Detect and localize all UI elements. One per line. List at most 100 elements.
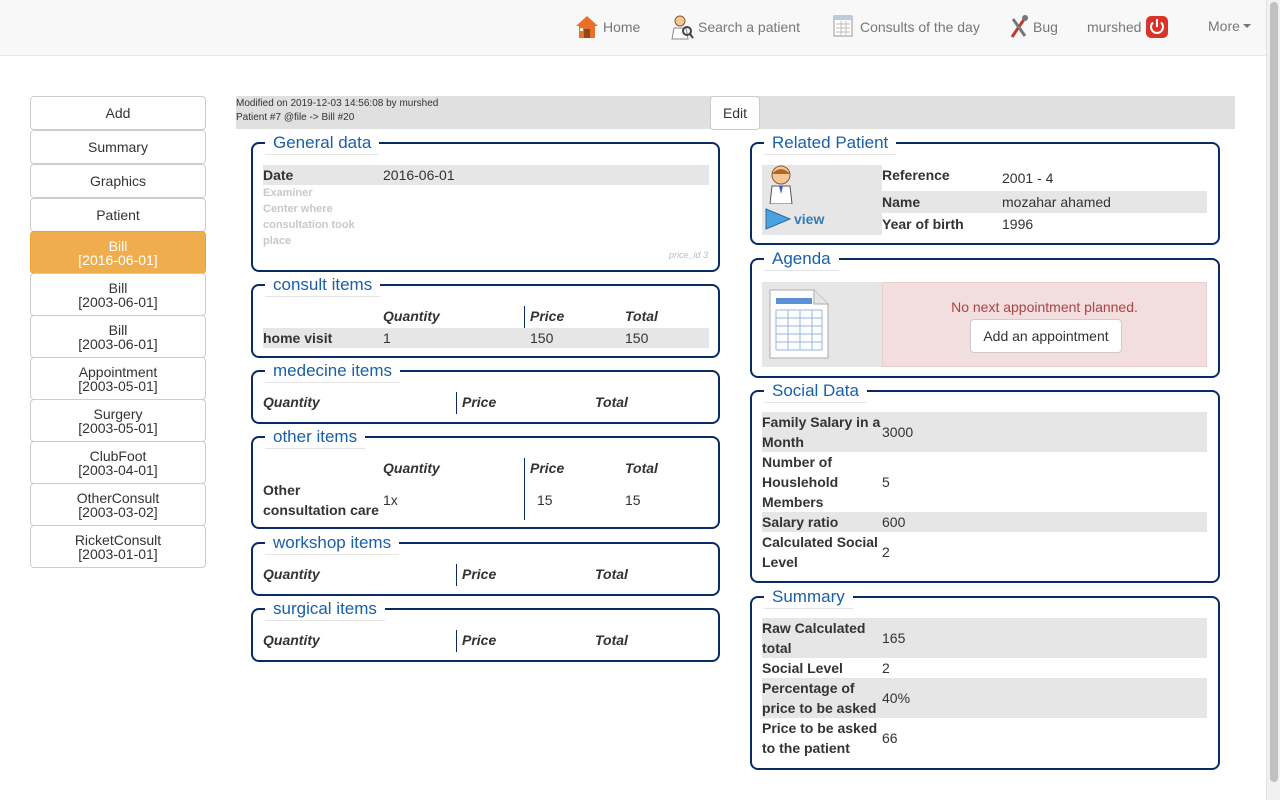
col-price: Price	[462, 394, 497, 410]
sidebar-item-bill-5[interactable]: Bill [2003-06-01]	[30, 273, 206, 316]
examiner-label: Examiner	[263, 187, 313, 199]
nav-home[interactable]: Home	[575, 12, 640, 42]
year-of-birth-label: Year of birth	[882, 216, 964, 232]
doctor-search-icon	[670, 14, 694, 40]
col-total: Total	[625, 308, 658, 324]
col-total: Total	[595, 394, 628, 410]
col-total: Total	[595, 632, 628, 648]
sidebar-item-clubfoot-9[interactable]: ClubFoot [2003-04-01]	[30, 441, 206, 484]
agenda-title: Agenda	[764, 248, 839, 271]
name-label: Name	[882, 194, 921, 210]
salary-ratio-label: Salary ratio	[762, 514, 839, 530]
vertical-scrollbar[interactable]	[1266, 0, 1280, 800]
sidebar-item-date: [2003-03-02]	[78, 503, 158, 520]
item-name: Other consultation care	[263, 482, 379, 518]
surgical-items-panel: surgical items Quantity Price Total	[251, 598, 720, 662]
sidebar-item-label: Bill	[108, 321, 128, 338]
nav-consults-of-day[interactable]: Consults of the day	[832, 12, 980, 42]
sidebar-item-date: [2003-06-01]	[78, 335, 158, 352]
center-label: Center where consultation took place	[263, 203, 355, 247]
col-quantity: Quantity	[383, 308, 440, 324]
item-price: 15	[537, 492, 553, 508]
price-to-ask-value: 66	[882, 730, 898, 746]
sidebar-item-surgery-8[interactable]: Surgery [2003-05-01]	[30, 399, 206, 442]
sidebar-item-date: [2016-06-01]	[78, 251, 158, 268]
power-icon[interactable]	[1145, 15, 1169, 39]
surgical-items-title: surgical items	[265, 598, 385, 621]
item-total: 150	[625, 330, 649, 346]
sidebar-item-date: [2003-01-01]	[78, 545, 158, 562]
tools-icon	[1009, 14, 1029, 40]
percentage-label: Percentage of price to be asked	[762, 680, 877, 716]
col-quantity: Quantity	[263, 566, 320, 582]
sidebar-item-ricketconsult-11[interactable]: RicketConsult [2003-01-01]	[30, 525, 206, 568]
sidebar-item-bill-4[interactable]: Bill [2016-06-01]	[30, 231, 206, 274]
scrollbar-thumb[interactable]	[1270, 2, 1278, 782]
social-data-panel: Social Data Family Salary in a Month 300…	[750, 380, 1220, 583]
medecine-items-title: medecine items	[265, 360, 401, 383]
patient-reference: Patient #7 @file -> Bill #20	[236, 112, 355, 123]
sidebar-item-appointment-7[interactable]: Appointment [2003-05-01]	[30, 357, 206, 400]
no-appointment-message: No next appointment planned.	[951, 299, 1138, 315]
sidebar-item-date: [2003-04-01]	[78, 461, 158, 478]
percentage-value: 40%	[882, 690, 911, 706]
sidebar-item-label: ClubFoot	[89, 447, 147, 464]
item-total: 15	[625, 492, 641, 508]
sidebar-item-bill-6[interactable]: Bill [2003-06-01]	[30, 315, 206, 358]
name-value: mozahar ahamed	[1002, 194, 1111, 210]
other-items-title: other items	[265, 426, 366, 449]
nav-more-dropdown[interactable]: More	[1208, 11, 1251, 41]
col-total: Total	[625, 460, 658, 476]
nav-user[interactable]: murshed	[1087, 12, 1169, 42]
consult-items-title: consult items	[265, 274, 381, 297]
date-value: 2016-06-01	[383, 167, 455, 183]
item-quantity: 1x	[383, 492, 398, 508]
view-patient-link[interactable]: view	[794, 211, 824, 227]
other-items-panel: other items Quantity Price Total Other c…	[251, 426, 720, 529]
agenda-panel: Agenda No next appointment planned. Add …	[750, 248, 1220, 378]
related-patient-title: Related Patient	[764, 132, 897, 155]
play-arrow-icon[interactable]	[764, 206, 792, 232]
col-price: Price	[462, 632, 497, 648]
col-quantity: Quantity	[383, 460, 440, 476]
price-to-ask-label: Price to be asked to the patient	[762, 720, 878, 756]
col-quantity: Quantity	[263, 632, 320, 648]
col-price: Price	[462, 566, 497, 582]
agenda-calendar-icon	[766, 286, 830, 360]
social-data-title: Social Data	[764, 380, 867, 403]
raw-total-value: 165	[882, 630, 906, 646]
summary-title: Summary	[764, 586, 853, 609]
general-data-panel: General data Date 2016-06-01 Examiner Ce…	[251, 132, 720, 272]
related-patient-panel: Related Patient view Reference 2001 - 4 …	[750, 132, 1220, 245]
sidebar-item-label: Summary	[88, 139, 148, 155]
social-level-label: Social Level	[762, 660, 843, 676]
consult-items-panel: consult items Quantity Price Total home …	[251, 274, 720, 358]
col-price: Price	[530, 308, 565, 324]
year-of-birth-value: 1996	[1002, 216, 1034, 232]
household-members-value: 5	[882, 474, 890, 490]
date-label: Date	[263, 167, 294, 183]
sidebar-item-patient[interactable]: Patient	[30, 198, 206, 232]
reference-value: 2001 - 4	[1002, 170, 1054, 186]
col-quantity: Quantity	[263, 394, 320, 410]
modified-info: Modified on 2019-12-03 14:56:08 by mursh…	[236, 98, 439, 109]
col-price: Price	[530, 460, 565, 476]
social-level-label: Calculated Social Level	[762, 534, 878, 570]
sidebar-item-label: OtherConsult	[76, 489, 160, 506]
nav-search-patient[interactable]: Search a patient	[670, 12, 800, 42]
col-total: Total	[595, 566, 628, 582]
house-icon	[575, 14, 599, 40]
sidebar-item-summary[interactable]: Summary	[30, 130, 206, 164]
salary-ratio-value: 600	[882, 514, 906, 530]
social-level-value: 2	[882, 660, 890, 676]
sidebar-item-label: Appointment	[78, 363, 158, 380]
nav-bug[interactable]: Bug	[1009, 12, 1058, 42]
add-appointment-button[interactable]: Add an appointment	[970, 319, 1122, 353]
sidebar-item-otherconsult-10[interactable]: OtherConsult [2003-03-02]	[30, 483, 206, 526]
edit-button[interactable]: Edit	[710, 96, 760, 130]
item-quantity: 1	[383, 330, 391, 346]
top-navbar: Home Search a patient Consults of the da…	[0, 0, 1266, 56]
sidebar-item-add[interactable]: Add	[30, 96, 206, 130]
sidebar-item-label: Bill	[108, 237, 128, 254]
sidebar-item-graphics[interactable]: Graphics	[30, 164, 206, 198]
